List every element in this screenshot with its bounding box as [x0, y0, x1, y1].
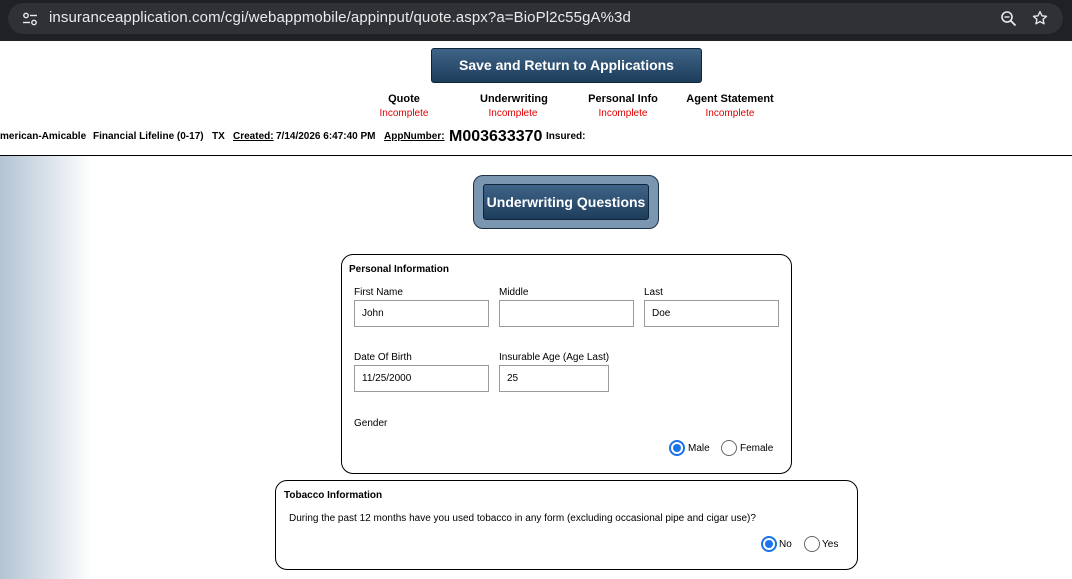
last-name-label: Last: [644, 287, 663, 298]
gender-female-radio[interactable]: [721, 440, 737, 456]
gender-female-label[interactable]: Female: [740, 443, 773, 454]
save-and-return-button[interactable]: Save and Return to Applications Pending: [431, 48, 702, 106]
tobacco-info-title: Tobacco Information: [284, 490, 383, 501]
first-name-label: First Name: [354, 287, 403, 298]
dob-input[interactable]: 11/25/2000: [354, 365, 489, 392]
underwriting-questions-header: Underwriting Questions: [483, 184, 649, 220]
step-personal-info[interactable]: Personal Info Incomplete: [588, 93, 658, 119]
step-agent-statement[interactable]: Agent Statement Incomplete: [686, 93, 774, 119]
step-status: Incomplete: [598, 108, 648, 119]
step-status: Incomplete: [705, 108, 755, 119]
step-underwriting[interactable]: Underwriting Incomplete: [480, 93, 548, 119]
zoom-icon[interactable]: [1000, 10, 1017, 27]
step-quote[interactable]: Quote Incomplete: [378, 93, 430, 119]
gender-male-label[interactable]: Male: [688, 443, 710, 454]
middle-name-label: Middle: [499, 287, 529, 298]
app-number-value: M003633370: [449, 128, 543, 145]
carrier-name: merican-Amicable: [0, 131, 87, 142]
step-title: Personal Info: [588, 93, 658, 105]
app-number-label: AppNumber:: [384, 131, 445, 142]
middle-name-input[interactable]: [499, 300, 634, 327]
browser-toolbar: insuranceapplication.com/cgi/webappmobil…: [0, 0, 1072, 41]
step-status: Incomplete: [379, 108, 429, 119]
tobacco-yes-radio[interactable]: [804, 536, 820, 552]
site-info-icon[interactable]: [22, 11, 38, 27]
address-bar[interactable]: insuranceapplication.com/cgi/webappmobil…: [8, 3, 1063, 34]
tobacco-info-panel: Tobacco Information During the past 12 m…: [275, 480, 858, 570]
tobacco-no-radio[interactable]: [761, 536, 777, 552]
tobacco-yes-label[interactable]: Yes: [822, 539, 838, 550]
created-value: 7/14/2026 6:47:40 PM: [276, 131, 376, 142]
step-title: Underwriting: [480, 93, 548, 105]
underwriting-header-frame: Underwriting Questions: [473, 175, 659, 229]
star-icon[interactable]: [1031, 9, 1049, 27]
header-divider: [0, 155, 1072, 156]
gender-label: Gender: [354, 418, 388, 429]
created-label: Created:: [233, 131, 274, 142]
dob-label: Date Of Birth: [354, 352, 412, 363]
product-name: Financial Lifeline (0-17): [93, 131, 204, 142]
gender-male-radio[interactable]: [669, 440, 685, 456]
tobacco-question: During the past 12 months have you used …: [289, 513, 756, 524]
step-title: Quote: [388, 93, 420, 105]
tobacco-no-label[interactable]: No: [779, 539, 792, 550]
step-title: Agent Statement: [686, 93, 774, 105]
state-code: TX: [212, 131, 225, 142]
left-gradient-panel: [0, 156, 92, 579]
step-status: Incomplete: [488, 108, 538, 119]
first-name-input[interactable]: John: [354, 300, 489, 327]
insured-label: Insured:: [546, 131, 586, 142]
personal-info-title: Personal Information: [349, 264, 450, 275]
insurable-age-label: Insurable Age (Age Last): [499, 352, 610, 363]
url-text[interactable]: insuranceapplication.com/cgi/webappmobil…: [49, 9, 631, 26]
insurable-age-input[interactable]: 25: [499, 365, 609, 392]
last-name-input[interactable]: Doe: [644, 300, 779, 327]
personal-info-panel: Personal Information First Name John Mid…: [341, 254, 792, 474]
